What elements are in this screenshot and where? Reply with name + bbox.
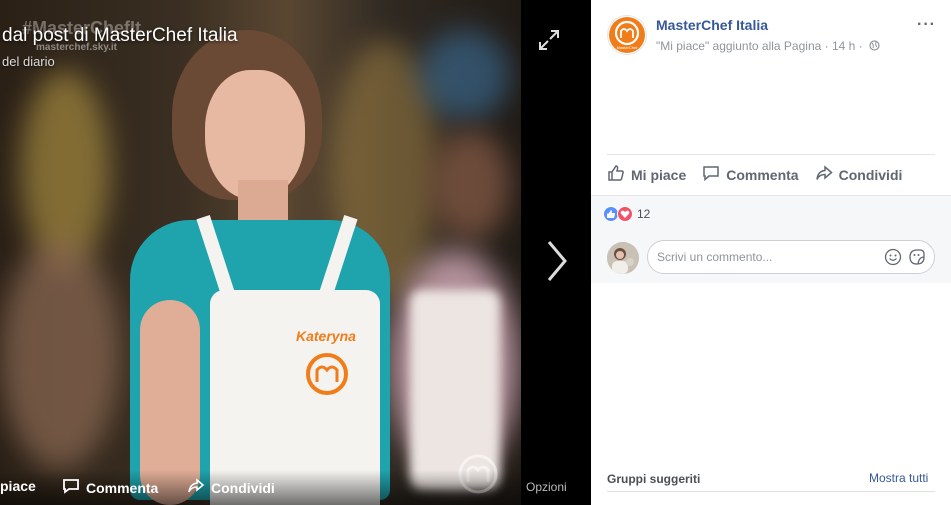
like-label: Mi piace [631, 166, 687, 183]
post-action-bar: Mi piace Commenta Condividi [607, 154, 935, 194]
photo-share-label: Condividi [211, 479, 275, 496]
photo-like-button[interactable]: piace [0, 478, 36, 494]
post-panel: MasterChef MasterChef Italia "Mi piace" … [591, 0, 951, 505]
photo-caption-title[interactable]: dal post di MasterChef Italia [2, 25, 238, 47]
more-options-button[interactable]: ··· [917, 16, 936, 34]
photo-like-label: piace [0, 478, 36, 494]
comment-button[interactable]: Commenta [702, 164, 799, 185]
share-button[interactable]: Condividi [815, 164, 903, 185]
thumbs-up-icon [607, 164, 625, 185]
comment-input[interactable] [657, 241, 877, 273]
suggested-groups-title: Gruppi suggeriti [607, 472, 701, 486]
reaction-count: 12 [637, 207, 651, 221]
photo-comment-button[interactable]: Commenta [62, 478, 158, 497]
photo-theater: Kateryna #MasterChefIt masterchef.sky.it… [0, 0, 591, 505]
photo-comment-label: Commenta [86, 479, 159, 496]
post-meta-text: "Mi piace" aggiunto alla Pagina · 14 h · [656, 39, 863, 53]
post-meta: "Mi piace" aggiunto alla Pagina · 14 h · [656, 39, 880, 54]
page-avatar[interactable]: MasterChef [607, 15, 647, 55]
sticker-icon[interactable] [908, 248, 926, 266]
share-label: Condividi [838, 166, 903, 183]
comment-box [647, 240, 935, 274]
share-icon [187, 478, 205, 497]
comment-icon [62, 478, 80, 497]
comment-label: Commenta [726, 166, 799, 183]
share-icon [815, 164, 833, 185]
page-name-link[interactable]: MasterChef Italia [656, 17, 768, 33]
see-all-link[interactable]: Mostra tutti [869, 471, 928, 485]
expand-icon[interactable] [537, 28, 561, 52]
user-avatar[interactable] [607, 242, 639, 274]
globe-icon[interactable] [869, 40, 880, 54]
page-avatar-label: MasterChef [617, 45, 639, 50]
photo-caption-sub[interactable]: del diario [2, 54, 55, 69]
photo-share-button[interactable]: Condividi [187, 478, 275, 497]
suggested-divider [607, 491, 935, 492]
apron-logo-icon [305, 352, 349, 405]
reactions-summary[interactable]: 12 [603, 206, 650, 222]
post-photo[interactable]: Kateryna #MasterChefIt masterchef.sky.it [0, 0, 521, 505]
photo-options-button[interactable]: Opzioni [526, 480, 567, 494]
like-button[interactable]: Mi piace [607, 164, 686, 185]
next-photo-chevron-icon[interactable] [541, 236, 571, 286]
emoji-icon[interactable] [884, 248, 902, 266]
apron-name: Kateryna [296, 328, 356, 344]
love-icon [617, 206, 633, 222]
comment-icon [702, 164, 720, 185]
